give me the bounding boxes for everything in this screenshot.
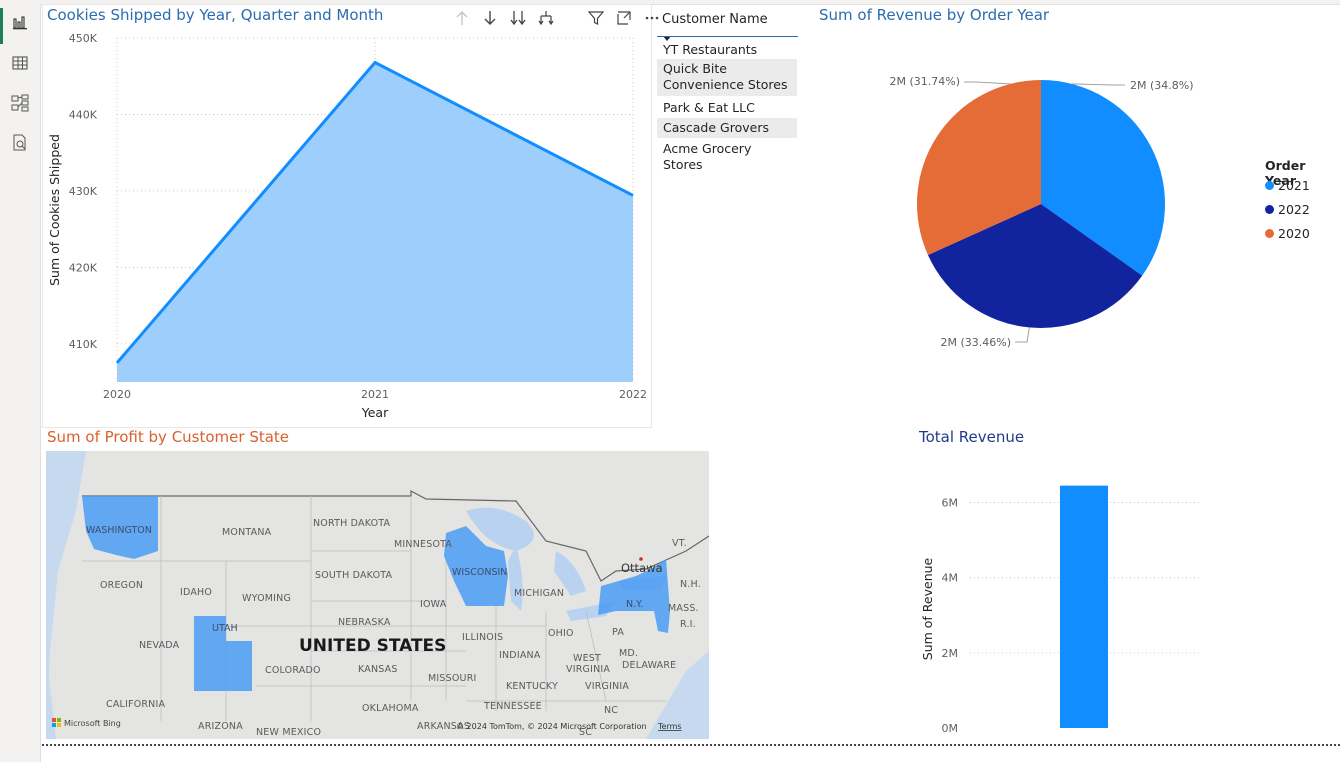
map-label: NEBRASKA — [338, 617, 391, 628]
y-tick-label: 420K — [69, 261, 98, 274]
slicer-item[interactable]: Park & Eat LLC — [657, 98, 797, 118]
x-axis-title: Year — [361, 405, 389, 420]
leader-line — [1071, 83, 1125, 86]
active-view-indicator — [0, 8, 3, 44]
legend-item-2022[interactable]: 2022 — [1265, 202, 1310, 217]
y-tick-label: 430K — [69, 185, 98, 198]
map-label: MICHIGAN — [514, 588, 564, 599]
map-title: Sum of Profit by Customer State — [47, 428, 290, 446]
y-tick-label: 410K — [69, 338, 98, 351]
legend-swatch — [1265, 181, 1274, 190]
map-terms-link[interactable]: Terms — [657, 722, 682, 731]
page-boundary-line — [42, 744, 1340, 746]
report-view-icon[interactable] — [9, 12, 31, 34]
model-view-icon[interactable] — [9, 92, 31, 114]
slicer-item[interactable]: YT Restaurants — [657, 40, 797, 60]
pie-chart-title: Sum of Revenue by Order Year — [819, 6, 1050, 24]
map-label: OREGON — [100, 580, 143, 591]
y-tick-label: 450K — [69, 32, 98, 45]
map-label: SOUTH DAKOTA — [315, 570, 393, 581]
slicer-item[interactable]: Cascade Grovers — [657, 118, 797, 138]
y-tick-label: 4M — [942, 572, 959, 585]
map-label: WISCONSIN — [452, 567, 507, 578]
y-axis-title: Sum of Revenue — [920, 557, 935, 660]
map-label-country: UNITED STATES — [299, 636, 446, 656]
legend-label: 2022 — [1278, 202, 1310, 217]
map-label: COLORADO — [265, 665, 321, 676]
y-axis-title: Sum of Cookies Shipped — [47, 134, 62, 286]
dax-query-icon[interactable] — [9, 132, 31, 154]
map-label: ILLINOIS — [462, 632, 503, 643]
map-label: MD. — [619, 648, 638, 659]
legend-label: 2020 — [1278, 226, 1310, 241]
map-label: VIRGINIA — [566, 664, 610, 675]
pie-data-label: 2M (31.74%) — [889, 75, 960, 88]
slicer-header: Customer Name — [662, 12, 768, 27]
map-label: ARIZONA — [198, 721, 243, 732]
legend-label: 2021 — [1278, 178, 1310, 193]
map-label: MONTANA — [222, 527, 272, 538]
map-label: NEVADA — [139, 640, 180, 651]
map-label: NC — [604, 705, 618, 716]
legend-item-2021[interactable]: 2021 — [1265, 178, 1310, 193]
legend-item-2020[interactable]: 2020 — [1265, 226, 1310, 241]
map-label-city: Ottawa — [621, 561, 663, 575]
map-label: WYOMING — [242, 593, 291, 604]
map-label: OKLAHOMA — [362, 703, 419, 714]
map-label: INDIANA — [499, 650, 541, 661]
slicer-header-underline — [657, 36, 798, 37]
map-label: WASHINGTON — [86, 525, 152, 536]
x-tick-label: 2020 — [103, 388, 131, 401]
map-label: N.Y. — [626, 599, 643, 610]
map-label: MASS. — [668, 603, 699, 614]
bing-label: Microsoft Bing — [64, 719, 121, 728]
cookies-area-chart: 410K 420K 430K 440K 450K 2020 2021 2022 Year S… — [47, 32, 647, 420]
table-view-icon[interactable] — [9, 52, 31, 74]
map-label: IOWA — [420, 599, 447, 610]
y-tick-label: 2M — [942, 647, 959, 660]
map-label: PA — [612, 627, 624, 638]
x-tick-label: 2021 — [361, 388, 389, 401]
pie-data-label: 2M (33.46%) — [940, 336, 1011, 349]
pie-data-label: 2M (34.8%) — [1130, 79, 1194, 92]
y-tick-label: 440K — [69, 108, 98, 121]
map-label: N.H. — [680, 579, 701, 590]
bar-chart-title: Total Revenue — [919, 428, 1025, 446]
y-tick-label: 6M — [942, 497, 959, 510]
map-copyright: © 2024 TomTom, © 2024 Microsoft Corporat… — [456, 722, 647, 731]
map-label: VT. — [672, 538, 687, 549]
map-label: IDAHO — [180, 587, 212, 598]
slicer-item[interactable]: Acme Grocery Stores — [657, 139, 797, 175]
slicer-item[interactable]: Quick Bite Convenience Stores — [657, 59, 797, 96]
view-rail — [0, 0, 41, 762]
map-label: VIRGINIA — [585, 681, 629, 692]
area-fill — [117, 62, 633, 383]
map-label: R.I. — [680, 619, 696, 630]
legend-swatch — [1265, 229, 1274, 238]
map-label: NORTH DAKOTA — [313, 518, 391, 529]
pie-legend: 2021 2022 2020 — [1265, 178, 1310, 241]
revenue-pie-chart: 2M (34.8%) 2M (33.46%) 2M (31.74%) — [889, 75, 1194, 349]
profit-map[interactable]: WASHINGTON MONTANA NORTH DAKOTA MINNESOT… — [46, 451, 709, 739]
map-label: UTAH — [212, 623, 238, 634]
revenue-bar-chart: 0M 2M 4M 6M Sum of Revenue — [920, 485, 1200, 735]
map-label: NEW MEXICO — [256, 727, 321, 738]
y-tick-label: 0M — [942, 722, 959, 735]
map-label: TENNESSEE — [483, 701, 542, 712]
map-label: KENTUCKY — [506, 681, 558, 692]
legend-swatch — [1265, 205, 1274, 214]
map-label: MISSOURI — [428, 673, 477, 684]
cookies-chart-title: Cookies Shipped by Year, Quarter and Mon… — [47, 6, 384, 24]
x-tick-label: 2022 — [619, 388, 647, 401]
revenue-bar[interactable] — [1060, 485, 1108, 728]
map-label: OHIO — [548, 628, 574, 639]
leader-line — [964, 81, 1011, 85]
map-label: WEST — [573, 653, 601, 664]
leader-line — [1015, 327, 1030, 343]
map-label: MINNESOTA — [394, 539, 452, 550]
map-label: CALIFORNIA — [106, 699, 165, 710]
map-label: KANSAS — [358, 664, 398, 675]
map-label: DELAWARE — [622, 660, 676, 671]
